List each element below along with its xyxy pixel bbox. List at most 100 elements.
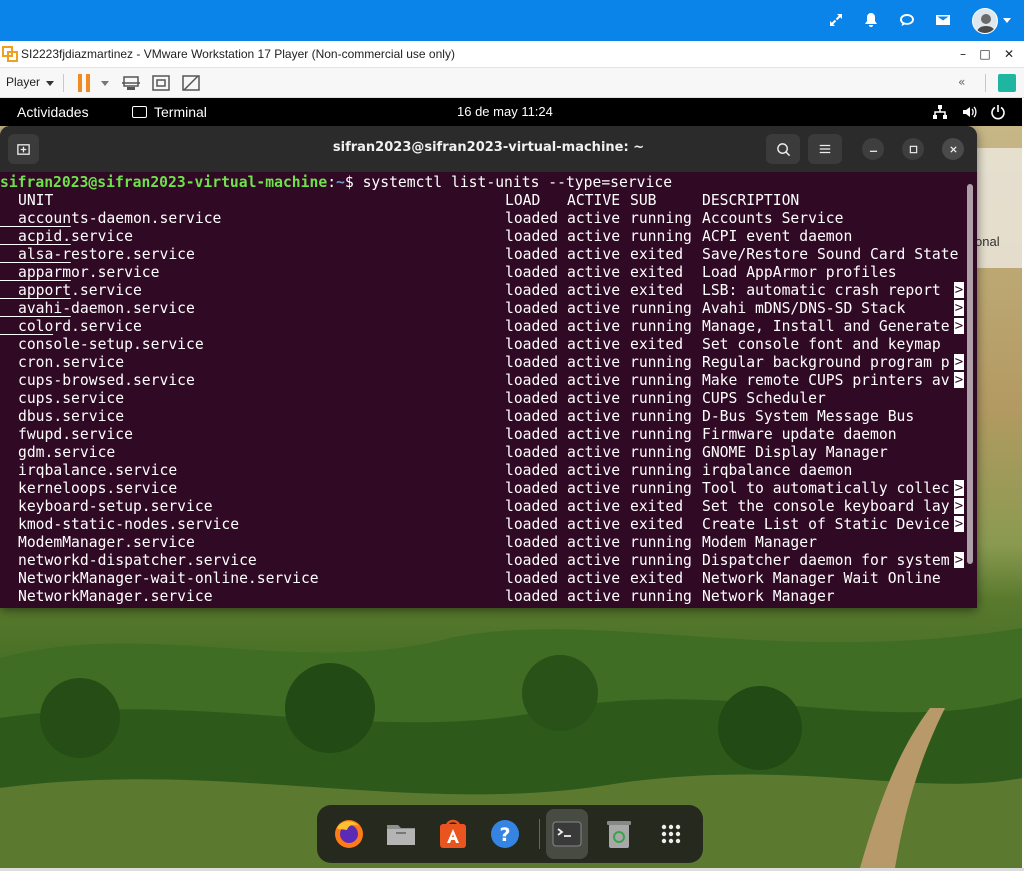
unit-cell: irqbalance.service <box>18 462 178 479</box>
sub-cell: running <box>630 462 692 479</box>
toolbar-divider <box>985 74 986 92</box>
chevron-down-icon[interactable] <box>1003 18 1011 23</box>
pause-button[interactable] <box>78 74 92 92</box>
prompt-user: sifran2023@sifran2023-virtual-machine <box>0 174 328 191</box>
description-cell: Firmware update daemon <box>702 426 897 443</box>
firefox-icon[interactable] <box>331 816 367 852</box>
sub-cell: exited <box>630 498 684 515</box>
menu-button[interactable] <box>808 134 842 164</box>
terminal-icon[interactable] <box>549 816 585 852</box>
table-row: keyboard-setup.service loaded active exited… <box>0 498 964 516</box>
collapse-toolbar-button[interactable]: « <box>958 75 965 89</box>
volume-icon[interactable] <box>961 104 977 120</box>
load-cell: loaded <box>505 264 559 281</box>
unit-cell: kmod-static-nodes.service <box>18 516 240 533</box>
help-icon[interactable]: ? <box>487 816 523 852</box>
files-icon[interactable] <box>383 816 419 852</box>
active-cell: active <box>567 498 621 515</box>
table-row: NetworkManager.service loaded active runnin… <box>0 588 964 606</box>
network-icon[interactable] <box>932 104 948 120</box>
app-center-icon[interactable] <box>435 816 471 852</box>
unit-cell: NetworkManager-wait-online.service <box>18 570 319 587</box>
unity-mode-icon[interactable] <box>181 73 201 93</box>
sub-cell: running <box>630 210 692 227</box>
terminal-headerbar: sifran2023@sifran2023-virtual-machine: ~ <box>0 126 977 172</box>
description-cell: Avahi mDNS/DNS-SD Stack <box>702 300 906 317</box>
terminal-output[interactable]: sifran2023@sifran2023-virtual-machine:~$… <box>0 172 965 608</box>
app-menu-terminal[interactable]: Terminal <box>154 104 207 120</box>
load-cell: loaded <box>505 426 559 443</box>
window-title: SI2223fjdiazmartinez - VMware Workstatio… <box>21 47 455 61</box>
truncation-marker: > <box>954 282 964 298</box>
prompt-separator: : <box>327 174 337 191</box>
description-cell: ACPI event daemon <box>702 228 853 245</box>
truncation-marker: > <box>954 372 964 388</box>
sub-cell: running <box>630 372 692 389</box>
active-cell: active <box>567 408 621 425</box>
description-cell: Network Manager Wait Online <box>702 570 941 587</box>
table-row: console-setup.service loaded active exited S… <box>0 336 964 354</box>
unit-cell: cups.service <box>18 390 125 407</box>
chevron-down-icon[interactable] <box>101 81 109 86</box>
load-cell: loaded <box>505 354 559 371</box>
trash-icon[interactable] <box>601 816 637 852</box>
terminal-close-button[interactable] <box>942 138 964 160</box>
terminal-maximize-button[interactable] <box>902 138 924 160</box>
chevron-down-icon[interactable] <box>46 81 54 86</box>
column-header-unit: UNIT <box>18 192 54 209</box>
truncation-marker: > <box>954 516 964 532</box>
sub-cell: running <box>630 426 692 443</box>
mail-icon[interactable] <box>932 9 954 31</box>
player-menu[interactable]: Player <box>6 75 40 89</box>
unit-cell: NetworkManager.service <box>18 588 213 605</box>
unit-cell: console-setup.service <box>18 336 204 353</box>
table-row: gdm.service loaded active running GNOME Disp… <box>0 444 964 462</box>
clock[interactable]: 16 de may 11:24 <box>457 104 553 119</box>
notes-icon[interactable] <box>998 74 1016 92</box>
active-cell: active <box>567 246 621 263</box>
show-apps-icon[interactable] <box>653 816 689 852</box>
load-cell: loaded <box>505 516 559 533</box>
expand-icon[interactable] <box>825 9 847 31</box>
toolbar-divider <box>63 74 64 92</box>
send-ctrl-alt-del-icon[interactable] <box>121 73 141 93</box>
load-cell: loaded <box>505 552 559 569</box>
unit-cell: accounts-daemon.service <box>18 210 222 227</box>
column-header-active: ACTIVE <box>567 192 621 209</box>
terminal-window[interactable]: sifran2023@sifran2023-virtual-machine: ~… <box>0 126 977 608</box>
description-cell: irqbalance daemon <box>702 462 853 479</box>
sub-cell: running <box>630 228 692 245</box>
truncation-marker: > <box>954 552 964 568</box>
close-button[interactable]: ✕ <box>999 45 1019 63</box>
table-row: cups.service loaded active running CUPS Sche… <box>0 390 964 408</box>
hamburger-menu-icon <box>819 144 831 154</box>
description-cell: Set the console keyboard lay <box>702 498 950 515</box>
load-cell: loaded <box>505 210 559 227</box>
activities-button[interactable]: Actividades <box>17 104 89 120</box>
active-cell: active <box>567 228 621 245</box>
load-cell: loaded <box>505 390 559 407</box>
power-icon[interactable] <box>990 104 1006 120</box>
description-cell: Accounts Service <box>702 210 844 227</box>
table-row: avahi-daemon.service loaded active running A… <box>0 300 964 318</box>
minimize-icon <box>869 150 877 152</box>
bell-icon[interactable] <box>860 9 882 31</box>
unit-cell: colord.service <box>18 318 142 335</box>
sub-cell: exited <box>630 516 684 533</box>
avatar[interactable] <box>972 8 998 34</box>
sub-cell: exited <box>630 282 684 299</box>
description-cell: Tool to automatically collec <box>702 480 950 497</box>
active-cell: active <box>567 300 621 317</box>
table-row: cups-browsed.service loaded active running M… <box>0 372 964 390</box>
chat-icon[interactable] <box>896 9 918 31</box>
search-button[interactable] <box>766 134 800 164</box>
table-row: alsa-restore.service loaded active exited Sa… <box>0 246 964 264</box>
active-cell: active <box>567 462 621 479</box>
minimize-button[interactable]: – <box>953 45 973 63</box>
terminal-minimize-button[interactable] <box>862 138 884 160</box>
sub-cell: running <box>630 408 692 425</box>
load-cell: loaded <box>505 534 559 551</box>
terminal-scrollbar[interactable] <box>967 184 973 564</box>
maximize-button[interactable]: □ <box>975 45 995 63</box>
fullscreen-icon[interactable] <box>151 73 171 93</box>
